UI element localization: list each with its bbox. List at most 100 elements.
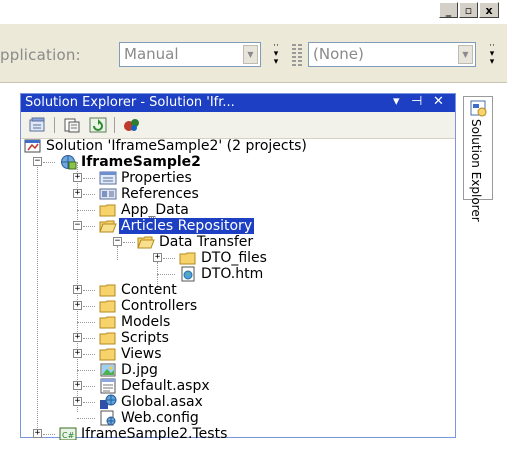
minimize-button[interactable]: _ bbox=[439, 2, 458, 18]
folder-icon bbox=[179, 252, 196, 265]
folder-icon bbox=[99, 316, 116, 329]
folder-icon bbox=[99, 348, 116, 361]
tree-item-label: Properties bbox=[121, 170, 192, 186]
show-all-files-button[interactable] bbox=[61, 116, 83, 134]
properties-icon bbox=[29, 117, 45, 132]
restore-button[interactable]: ▫ bbox=[459, 2, 478, 18]
expand-toggle[interactable]: + bbox=[73, 189, 82, 198]
toolbar-grip-handle-2[interactable] bbox=[298, 44, 302, 66]
expand-toggle[interactable]: + bbox=[73, 349, 82, 358]
expand-toggle[interactable]: + bbox=[73, 301, 82, 310]
tree-connector bbox=[83, 290, 95, 291]
solution-explorer-icon bbox=[470, 100, 487, 117]
close-window-button[interactable]: x bbox=[479, 2, 499, 18]
tree-node-views[interactable]: + Views bbox=[21, 346, 455, 362]
collapse-toggle[interactable]: − bbox=[113, 237, 122, 246]
tree-item-label: Default.aspx bbox=[121, 378, 210, 394]
image-file-icon bbox=[100, 363, 116, 377]
tree-node-references[interactable]: + References bbox=[21, 186, 455, 202]
expand-toggle[interactable]: + bbox=[73, 285, 82, 294]
expand-toggle[interactable]: + bbox=[73, 173, 82, 182]
tree-node-dto-htm[interactable]: DTO.htm bbox=[21, 266, 455, 282]
chevron-down-icon[interactable]: ▼ bbox=[243, 45, 258, 64]
config-combo[interactable]: (None) ▼ bbox=[308, 42, 476, 67]
tree-item-label: References bbox=[121, 186, 199, 202]
panel-title: Solution Explorer - Solution 'Ifr... bbox=[25, 95, 235, 110]
properties-button[interactable] bbox=[27, 116, 49, 134]
tree-node-scripts[interactable]: + Scripts bbox=[21, 330, 455, 346]
tree-connector bbox=[163, 258, 175, 259]
project-label: IframeSample2 bbox=[81, 154, 201, 170]
folder-open-icon bbox=[99, 220, 117, 233]
solution-explorer-panel: Solution Explorer - Solution 'Ifr... ▾ ⊣… bbox=[20, 93, 456, 442]
web-project-icon bbox=[61, 155, 77, 170]
toolbar-separator bbox=[54, 117, 55, 133]
global-asax-icon bbox=[100, 394, 117, 409]
tree-node-models[interactable]: Models bbox=[21, 314, 455, 330]
panel-title-bar[interactable]: Solution Explorer - Solution 'Ifr... ▾ ⊣… bbox=[21, 94, 455, 112]
references-icon bbox=[99, 188, 117, 200]
toolbar-overflow-icon[interactable]: ·· ▾ ▾ bbox=[268, 42, 284, 68]
side-tab-label: Solution Explorer bbox=[469, 119, 483, 222]
tree-connector bbox=[83, 354, 95, 355]
tree-connector bbox=[123, 242, 135, 243]
application-combo[interactable]: Manual ▼ bbox=[119, 42, 261, 67]
tree-node-controllers[interactable]: + Controllers bbox=[21, 298, 455, 314]
tree-node-properties[interactable]: + Properties bbox=[21, 170, 455, 186]
tree-connector bbox=[83, 194, 95, 195]
toolbar-separator bbox=[114, 117, 115, 133]
tree-node-solution[interactable]: Solution 'IframeSample2' (2 projects) bbox=[21, 138, 455, 154]
tree-item-label: Scripts bbox=[121, 330, 169, 346]
config-combo-value: (None) bbox=[313, 45, 364, 63]
tree-node-d-jpg[interactable]: D.jpg bbox=[21, 362, 455, 378]
folder-icon bbox=[99, 332, 116, 345]
solution-explorer-side-tab[interactable]: Solution Explorer bbox=[463, 96, 493, 222]
html-file-icon bbox=[181, 266, 195, 282]
application-combo-value: Manual bbox=[124, 45, 179, 63]
pin-icon[interactable]: ⊣ bbox=[411, 94, 422, 109]
expand-toggle[interactable]: + bbox=[153, 253, 162, 262]
toolbar-grip-handle[interactable] bbox=[292, 44, 296, 66]
folder-open-icon bbox=[137, 236, 155, 249]
expand-toggle[interactable]: + bbox=[73, 333, 82, 342]
folder-icon bbox=[99, 204, 116, 217]
collapse-toggle[interactable]: − bbox=[73, 221, 82, 230]
svg-text:C#: C# bbox=[62, 431, 75, 440]
spacer bbox=[0, 83, 507, 93]
tree-item-label: Global.asax bbox=[121, 394, 203, 410]
tree-node-articles-repository[interactable]: − Articles Repository bbox=[21, 217, 455, 235]
bottom-strip bbox=[0, 440, 507, 454]
expand-toggle[interactable]: + bbox=[73, 397, 82, 406]
tree-connector bbox=[77, 418, 95, 419]
folder-icon bbox=[99, 284, 116, 297]
refresh-button[interactable] bbox=[87, 116, 109, 134]
tree-node-content[interactable]: + Content bbox=[21, 282, 455, 298]
tree-item-label: Web.config bbox=[121, 410, 199, 426]
window-caption-bar: _ ▫ x bbox=[0, 0, 507, 24]
tree-node-web-config[interactable]: Web.config bbox=[21, 410, 455, 426]
tree-connector bbox=[77, 322, 95, 323]
chevron-down-icon[interactable]: ▼ bbox=[458, 45, 473, 64]
tree-item-label: D.jpg bbox=[121, 362, 158, 378]
tree-node-data-transfer[interactable]: − Data Transfer bbox=[21, 234, 455, 250]
collapse-toggle[interactable]: − bbox=[33, 157, 42, 166]
minimize-icon: _ bbox=[445, 3, 452, 17]
tree-node-dto-files[interactable]: + DTO_files bbox=[21, 250, 455, 266]
show-all-files-icon bbox=[64, 118, 80, 133]
expand-toggle[interactable]: + bbox=[73, 381, 82, 390]
tree-connector bbox=[83, 306, 95, 307]
dropdown-icon[interactable]: ▾ bbox=[393, 94, 400, 109]
tree-connector bbox=[77, 210, 95, 211]
tree-node-global-asax[interactable]: + Global.asax bbox=[21, 394, 455, 410]
tree-node-app-data[interactable]: App_Data bbox=[21, 202, 455, 218]
tree-node-project[interactable]: − IframeSample2 bbox=[21, 154, 455, 170]
solution-tree: Solution 'IframeSample2' (2 projects) − … bbox=[21, 138, 455, 442]
expand-toggle[interactable]: + bbox=[33, 429, 42, 438]
close-icon[interactable]: ✕ bbox=[433, 94, 444, 109]
class-diagram-button[interactable] bbox=[121, 116, 143, 134]
toolbar-overflow-icon[interactable]: ·· ▾ ▾ bbox=[484, 42, 500, 68]
tree-node-default-aspx[interactable]: + Default.aspx bbox=[21, 378, 455, 394]
tree-connector bbox=[83, 402, 95, 403]
tree-item-label: Controllers bbox=[121, 298, 198, 314]
tree-item-label: App_Data bbox=[121, 202, 189, 218]
